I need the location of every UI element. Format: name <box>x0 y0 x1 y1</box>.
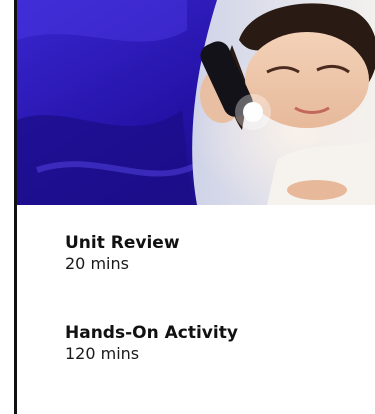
activity-duration: 20 mins <box>65 254 129 273</box>
hero-image <box>17 0 375 205</box>
activity-item-unit-review[interactable]: Unit Review 20 mins <box>65 233 180 274</box>
activity-title: Unit Review <box>65 233 180 253</box>
activity-card[interactable]: Unit Review 20 mins Hands-On Activity 12… <box>14 0 375 414</box>
activity-item-hands-on-activity[interactable]: Hands-On Activity 120 mins <box>65 323 238 364</box>
activity-info: Unit Review 20 mins Hands-On Activity 12… <box>17 205 375 414</box>
activity-title: Hands-On Activity <box>65 323 238 343</box>
hero-illustration <box>17 0 375 205</box>
activity-duration: 120 mins <box>65 344 140 363</box>
page: Unit Review 20 mins Hands-On Activity 12… <box>0 0 375 414</box>
